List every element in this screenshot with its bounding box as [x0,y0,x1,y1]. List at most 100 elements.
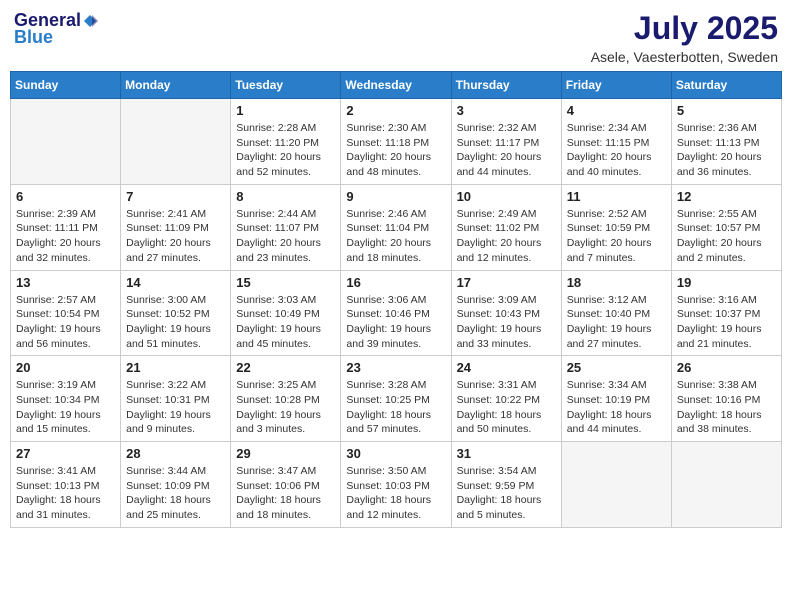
logo: General Blue [14,10,99,48]
day-number: 24 [457,360,556,375]
day-info: Sunrise: 3:22 AM Sunset: 10:31 PM Daylig… [126,378,225,437]
page-header: General Blue July 2025 Asele, Vaesterbot… [10,10,782,65]
header-thursday: Thursday [451,72,561,99]
table-row [11,99,121,185]
header-wednesday: Wednesday [341,72,451,99]
table-row: 22Sunrise: 3:25 AM Sunset: 10:28 PM Dayl… [231,356,341,442]
title-block: July 2025 Asele, Vaesterbotten, Sweden [591,10,778,65]
table-row [121,99,231,185]
table-row: 18Sunrise: 3:12 AM Sunset: 10:40 PM Dayl… [561,270,671,356]
day-number: 16 [346,275,445,290]
logo-icon [82,13,98,29]
calendar-week-row: 27 Sunrise: 3:41 AM Sunset: 10:13 PM Dayl… [11,442,782,528]
day-number: 7 [126,189,225,204]
table-row: 28Sunrise: 3:44 AM Sunset: 10:09 PM Dayl… [121,442,231,528]
day-number: 19 [677,275,776,290]
day-number: 21 [126,360,225,375]
day-info: Sunrise: 2:39 AM Sunset: 11:11 PM Daylig… [16,207,115,266]
day-info: Sunrise: 2:32 AM Sunset: 11:17 PM Daylig… [457,121,556,180]
day-info: Sunrise: 3:25 AM Sunset: 10:28 PM Daylig… [236,378,335,437]
day-number: 1 [236,103,335,118]
header-tuesday: Tuesday [231,72,341,99]
day-info: Sunrise: 2:28 AM Sunset: 11:20 PM Daylig… [236,121,335,180]
day-info: Sunrise: 2:36 AM Sunset: 11:13 PM Daylig… [677,121,776,180]
day-number: 23 [346,360,445,375]
table-row: 23 Sunrise: 3:28 AM Sunset: 10:25 PM Dayl… [341,356,451,442]
table-row: 3 Sunrise: 2:32 AM Sunset: 11:17 PM Dayli… [451,99,561,185]
table-row: 20 Sunrise: 3:19 AM Sunset: 10:34 PM Dayl… [11,356,121,442]
day-info: Sunrise: 3:41 AM Sunset: 10:13 PM Daylig… [16,464,115,523]
day-info: Sunrise: 2:49 AM Sunset: 11:02 PM Daylig… [457,207,556,266]
table-row: 30 Sunrise: 3:50 AM Sunset: 10:03 PM Dayl… [341,442,451,528]
table-row: 12 Sunrise: 2:55 AM Sunset: 10:57 PM Dayl… [671,184,781,270]
table-row: 26Sunrise: 3:38 AM Sunset: 10:16 PM Dayl… [671,356,781,442]
calendar-table: Sunday Monday Tuesday Wednesday Thursday… [10,71,782,528]
table-row: 16 Sunrise: 3:06 AM Sunset: 10:46 PM Dayl… [341,270,451,356]
day-number: 29 [236,446,335,461]
day-info: Sunrise: 3:09 AM Sunset: 10:43 PM Daylig… [457,293,556,352]
table-row: 21 Sunrise: 3:22 AM Sunset: 10:31 PM Dayl… [121,356,231,442]
table-row: 14Sunrise: 3:00 AM Sunset: 10:52 PM Dayl… [121,270,231,356]
day-info: Sunrise: 2:41 AM Sunset: 11:09 PM Daylig… [126,207,225,266]
logo-blue-text: Blue [14,27,53,48]
table-row: 10 Sunrise: 2:49 AM Sunset: 11:02 PM Dayl… [451,184,561,270]
table-row: 25Sunrise: 3:34 AM Sunset: 10:19 PM Dayl… [561,356,671,442]
day-number: 2 [346,103,445,118]
day-info: Sunrise: 3:54 AM Sunset: 9:59 PM Dayligh… [457,464,556,523]
day-info: Sunrise: 3:00 AM Sunset: 10:52 PM Daylig… [126,293,225,352]
calendar-week-row: 20 Sunrise: 3:19 AM Sunset: 10:34 PM Dayl… [11,356,782,442]
header-sunday: Sunday [11,72,121,99]
day-number: 20 [16,360,115,375]
table-row [671,442,781,528]
calendar-title: July 2025 [591,10,778,47]
table-row: 9 Sunrise: 2:46 AM Sunset: 11:04 PM Dayli… [341,184,451,270]
table-row: 19 Sunrise: 3:16 AM Sunset: 10:37 PM Dayl… [671,270,781,356]
day-info: Sunrise: 3:34 AM Sunset: 10:19 PM Daylig… [567,378,666,437]
table-row: 7 Sunrise: 2:41 AM Sunset: 11:09 PM Dayli… [121,184,231,270]
table-row: 11 Sunrise: 2:52 AM Sunset: 10:59 PM Dayl… [561,184,671,270]
day-info: Sunrise: 3:31 AM Sunset: 10:22 PM Daylig… [457,378,556,437]
day-number: 5 [677,103,776,118]
header-monday: Monday [121,72,231,99]
day-number: 18 [567,275,666,290]
day-number: 9 [346,189,445,204]
day-info: Sunrise: 2:52 AM Sunset: 10:59 PM Daylig… [567,207,666,266]
table-row [561,442,671,528]
day-info: Sunrise: 3:50 AM Sunset: 10:03 PM Daylig… [346,464,445,523]
table-row: 17 Sunrise: 3:09 AM Sunset: 10:43 PM Dayl… [451,270,561,356]
day-info: Sunrise: 2:55 AM Sunset: 10:57 PM Daylig… [677,207,776,266]
day-number: 28 [126,446,225,461]
day-info: Sunrise: 3:06 AM Sunset: 10:46 PM Daylig… [346,293,445,352]
day-info: Sunrise: 3:19 AM Sunset: 10:34 PM Daylig… [16,378,115,437]
day-info: Sunrise: 3:47 AM Sunset: 10:06 PM Daylig… [236,464,335,523]
table-row: 31Sunrise: 3:54 AM Sunset: 9:59 PM Dayli… [451,442,561,528]
table-row: 6Sunrise: 2:39 AM Sunset: 11:11 PM Dayli… [11,184,121,270]
day-number: 26 [677,360,776,375]
day-number: 27 [16,446,115,461]
calendar-week-row: 13Sunrise: 2:57 AM Sunset: 10:54 PM Dayl… [11,270,782,356]
calendar-subtitle: Asele, Vaesterbotten, Sweden [591,49,778,65]
day-number: 10 [457,189,556,204]
calendar-week-row: 6Sunrise: 2:39 AM Sunset: 11:11 PM Dayli… [11,184,782,270]
day-info: Sunrise: 2:46 AM Sunset: 11:04 PM Daylig… [346,207,445,266]
day-number: 30 [346,446,445,461]
day-number: 3 [457,103,556,118]
weekday-header-row: Sunday Monday Tuesday Wednesday Thursday… [11,72,782,99]
table-row: 5 Sunrise: 2:36 AM Sunset: 11:13 PM Dayli… [671,99,781,185]
table-row: 2 Sunrise: 2:30 AM Sunset: 11:18 PM Dayli… [341,99,451,185]
day-info: Sunrise: 2:57 AM Sunset: 10:54 PM Daylig… [16,293,115,352]
day-info: Sunrise: 3:28 AM Sunset: 10:25 PM Daylig… [346,378,445,437]
day-info: Sunrise: 3:03 AM Sunset: 10:49 PM Daylig… [236,293,335,352]
day-number: 12 [677,189,776,204]
table-row: 27 Sunrise: 3:41 AM Sunset: 10:13 PM Dayl… [11,442,121,528]
day-number: 17 [457,275,556,290]
day-number: 11 [567,189,666,204]
day-info: Sunrise: 2:30 AM Sunset: 11:18 PM Daylig… [346,121,445,180]
header-saturday: Saturday [671,72,781,99]
day-number: 4 [567,103,666,118]
table-row: 15Sunrise: 3:03 AM Sunset: 10:49 PM Dayl… [231,270,341,356]
header-friday: Friday [561,72,671,99]
day-info: Sunrise: 2:44 AM Sunset: 11:07 PM Daylig… [236,207,335,266]
day-info: Sunrise: 3:16 AM Sunset: 10:37 PM Daylig… [677,293,776,352]
calendar-week-row: 1 Sunrise: 2:28 AM Sunset: 11:20 PM Dayli… [11,99,782,185]
